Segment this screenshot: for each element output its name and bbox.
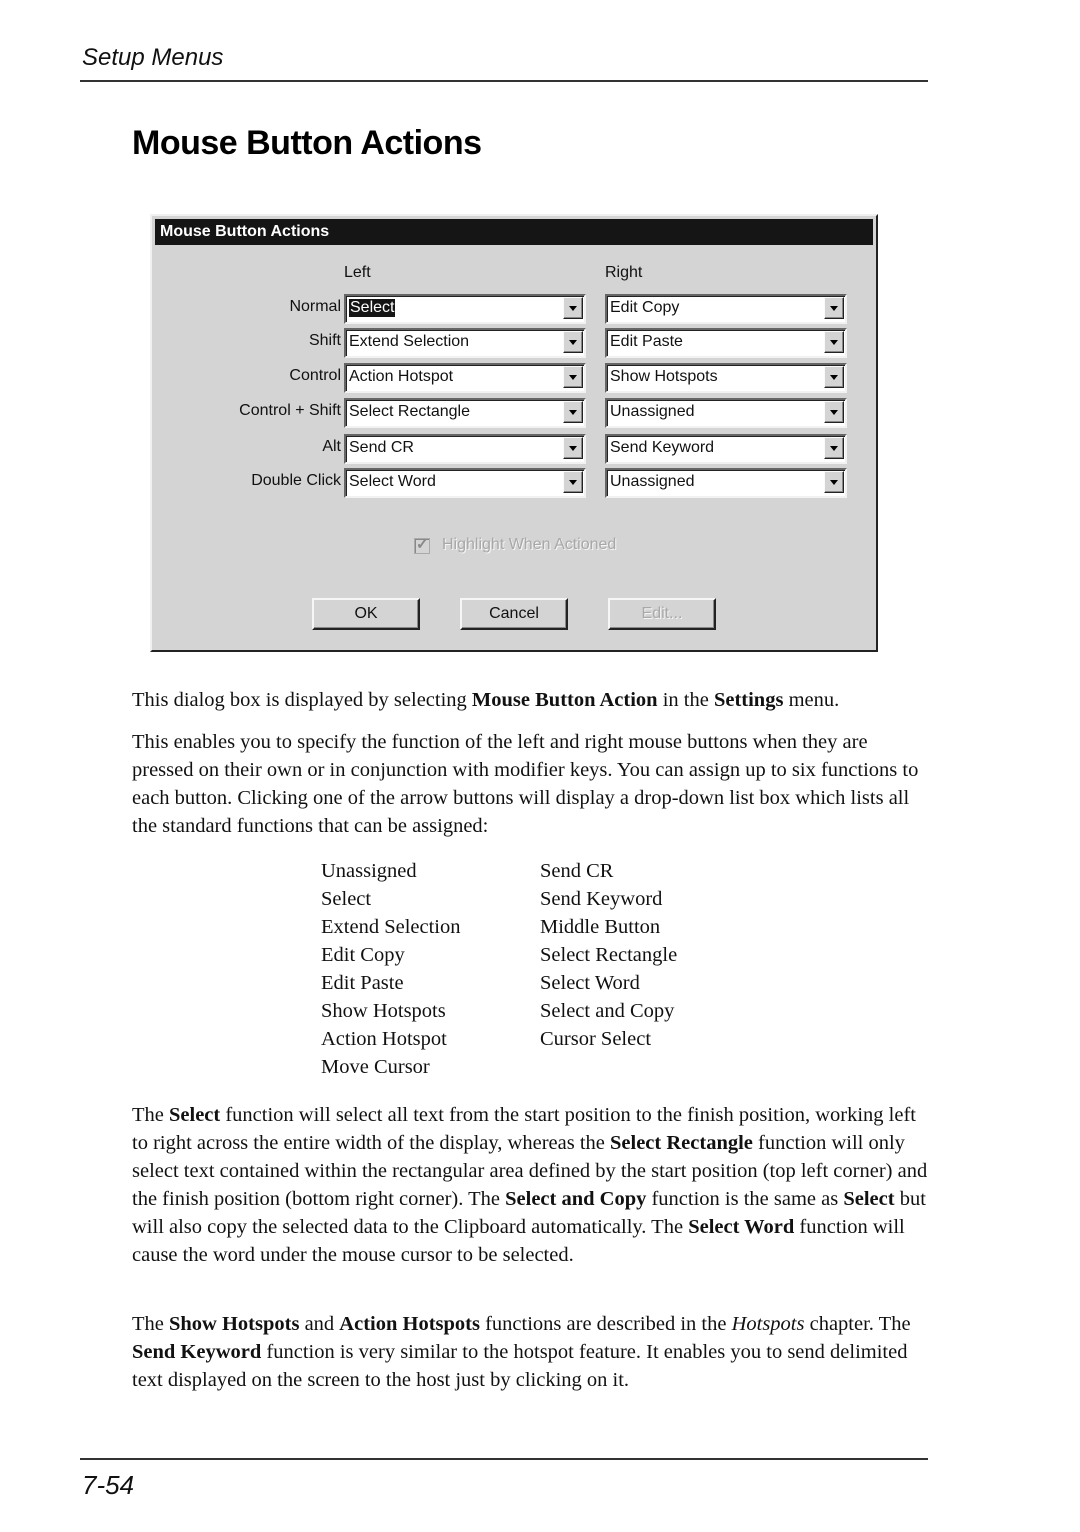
ok-button[interactable]: OK (312, 598, 420, 630)
footer-rule (80, 1458, 928, 1460)
highlight-when-actioned-label: Highlight When Actioned (442, 536, 617, 553)
bold-term: Settings (713, 689, 784, 711)
bold-term: Show Hotspots (169, 1313, 300, 1335)
row-label: Double Click (251, 472, 341, 489)
right-action-dropdown[interactable]: Send Keyword (605, 434, 847, 464)
left-action-dropdown[interactable]: Send CR (344, 434, 586, 464)
dropdown-value: Extend Selection (349, 333, 470, 350)
row-label: Control (289, 367, 341, 384)
dropdown-value: Show Hotspots (610, 368, 718, 385)
function-list-item: Middle Button (540, 916, 661, 938)
bold-term: Action Hotspots (339, 1313, 480, 1335)
left-column-header: Left (344, 264, 371, 281)
left-action-dropdown[interactable]: Select Rectangle (344, 398, 586, 428)
dropdown-arrow-icon[interactable] (824, 366, 844, 388)
mouse-button-actions-dialog: Mouse Button Actions Left Right Normal Se… (150, 214, 878, 652)
row-label: Control + Shift (239, 402, 341, 419)
right-action-dropdown[interactable]: Show Hotspots (605, 363, 847, 393)
dropdown-value: Send CR (349, 439, 414, 456)
dropdown-arrow-icon[interactable] (563, 471, 583, 493)
dropdown-arrow-icon[interactable] (824, 297, 844, 319)
left-action-dropdown[interactable]: Select (344, 294, 586, 324)
dropdown-arrow-icon[interactable] (824, 437, 844, 459)
right-action-dropdown[interactable]: Unassigned (605, 398, 847, 428)
text-run: function is the same as (646, 1188, 844, 1210)
dropdown-value: Send Keyword (610, 439, 715, 456)
row-label: Alt (322, 438, 341, 455)
function-list-item: Send Keyword (540, 888, 663, 910)
right-action-dropdown[interactable]: Unassigned (605, 468, 847, 498)
function-list-item: Edit Copy (321, 944, 405, 966)
cancel-button[interactable]: Cancel (460, 598, 568, 630)
running-header: Setup Menus (82, 44, 224, 71)
description-paragraph: This enables you to specify the function… (132, 728, 922, 840)
text-run: in the (657, 689, 714, 711)
left-action-dropdown[interactable]: Select Word (344, 468, 586, 498)
intro-paragraph: This dialog box is displayed by selectin… (132, 686, 932, 714)
right-action-dropdown[interactable]: Edit Copy (605, 294, 847, 324)
dropdown-arrow-icon[interactable] (824, 331, 844, 353)
dialog-title-bar: Mouse Button Actions (155, 219, 873, 245)
function-list-item: Action Hotspot (321, 1028, 447, 1050)
header-rule (80, 80, 928, 82)
dropdown-arrow-icon[interactable] (563, 331, 583, 353)
page-number: 7-54 (82, 1470, 135, 1500)
bold-term: Select (169, 1104, 221, 1126)
function-list-item: Send CR (540, 860, 614, 882)
left-action-dropdown[interactable]: Action Hotspot (344, 363, 586, 393)
row-label: Shift (308, 332, 341, 349)
text-run: This enables you to specify the function… (132, 731, 919, 837)
dropdown-arrow-icon[interactable] (563, 401, 583, 423)
dropdown-value: Unassigned (610, 403, 695, 420)
function-list-item: Extend Selection (321, 916, 461, 938)
function-list-item: Show Hotspots (321, 1000, 446, 1022)
hotspots-paragraph: The Show Hotspots and Action Hotspots fu… (132, 1310, 928, 1394)
dropdown-value: Edit Paste (610, 333, 683, 350)
dropdown-arrow-icon[interactable] (824, 401, 844, 423)
bold-term: Select (843, 1188, 895, 1210)
dropdown-arrow-icon[interactable] (824, 471, 844, 493)
page-title: Mouse Button Actions (132, 124, 482, 162)
text-run: The (132, 1313, 169, 1335)
edit-button[interactable]: Edit... (608, 598, 716, 630)
bold-term: Mouse Button Action (471, 689, 658, 711)
dropdown-arrow-icon[interactable] (563, 366, 583, 388)
right-action-dropdown[interactable]: Edit Paste (605, 328, 847, 358)
functions-list-column-2: Send CR Send Keyword Middle Button Select R… (540, 857, 677, 1053)
dropdown-value: Select Word (349, 473, 436, 490)
text-run: functions are described in the (479, 1313, 732, 1335)
function-list-item: Select and Copy (540, 1000, 675, 1022)
dropdown-value: Unassigned (610, 473, 695, 490)
text-run: This dialog box is displayed by selectin… (132, 689, 472, 711)
right-column-header: Right (605, 264, 643, 281)
text-run: The (132, 1104, 169, 1126)
functions-list-column-1: Unassigned Select Extend Selection Edit Cop… (321, 857, 460, 1081)
dropdown-value: Action Hotspot (349, 368, 454, 385)
function-list-item: Edit Paste (321, 972, 404, 994)
text-run: and (299, 1313, 340, 1335)
dropdown-value: Select (349, 299, 396, 317)
text-run: chapter. The (804, 1313, 911, 1335)
bold-term: Send Keyword (132, 1341, 262, 1363)
text-run: menu. (783, 689, 840, 711)
row-label: Normal (289, 298, 341, 315)
dropdown-value: Edit Copy (610, 299, 680, 316)
function-list-item: Unassigned (321, 860, 417, 882)
function-list-item: Select Rectangle (540, 944, 678, 966)
function-list-item: Select Word (540, 972, 640, 994)
function-list-item: Select (321, 888, 372, 910)
left-action-dropdown[interactable]: Extend Selection (344, 328, 586, 358)
bold-term: Select Word (688, 1216, 795, 1238)
function-list-item: Cursor Select (540, 1028, 652, 1050)
function-list-item: Move Cursor (321, 1056, 430, 1078)
italic-term: Hotspots (731, 1313, 805, 1335)
dropdown-arrow-icon[interactable] (563, 297, 583, 319)
bold-term: Select and Copy (505, 1188, 647, 1210)
dropdown-arrow-icon[interactable] (563, 437, 583, 459)
bold-term: Select Rectangle (610, 1132, 753, 1154)
select-functions-paragraph: The Select function will select all text… (132, 1101, 928, 1269)
dropdown-value: Select Rectangle (349, 403, 470, 420)
highlight-when-actioned-checkbox[interactable] (414, 535, 430, 554)
